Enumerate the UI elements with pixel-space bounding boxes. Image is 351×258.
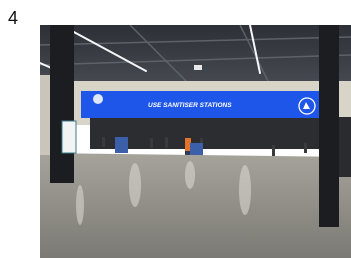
floor <box>40 153 351 258</box>
figure-number: 4 <box>8 8 19 28</box>
pillar-right <box>319 25 339 227</box>
venue-photo: USE SANITISER STATIONS <box>40 25 351 258</box>
banner-logo <box>93 94 103 104</box>
info-booth <box>115 137 128 153</box>
info-booth <box>190 143 203 157</box>
pillar-left <box>50 25 74 183</box>
banner-text: USE SANITISER STATIONS <box>148 102 232 109</box>
exit-sign <box>194 65 202 70</box>
info-screen <box>61 120 77 154</box>
